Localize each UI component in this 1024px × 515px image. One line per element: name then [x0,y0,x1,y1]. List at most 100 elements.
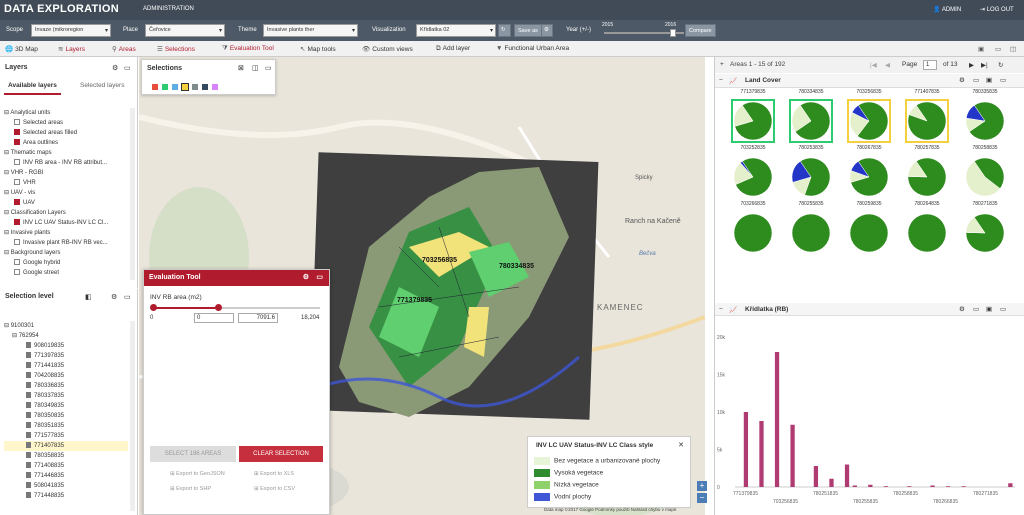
selection-item[interactable]: 780336835 [4,381,128,391]
selection-item[interactable]: 771441835 [4,361,128,371]
checkbox[interactable] [14,129,20,136]
tree-sub[interactable]: ⊟ 762954 [4,331,128,341]
chart-bar[interactable] [774,352,780,487]
layer-item[interactable]: Google street [4,268,132,278]
selection-scrollbar[interactable] [130,321,135,511]
range-handle-max[interactable] [215,304,222,311]
land-cover-pie[interactable]: 780267835 [845,145,893,201]
land-cover-pie[interactable]: 780258835 [961,145,1009,201]
page-input[interactable]: 1 [923,60,937,70]
layer-item[interactable]: UAV [4,198,132,208]
layer-item[interactable]: Invasive plant RB-INV RB vec... [4,238,132,248]
tree-root[interactable]: ⊟ 9100301 [4,321,128,331]
selection-item[interactable]: 771408835 [4,461,128,471]
chart-bar[interactable] [868,484,873,487]
chart-bar[interactable] [930,485,935,488]
select-areas-button[interactable]: SELECT 186 AREAS [150,446,236,462]
chart-bar[interactable] [1008,483,1013,487]
land-cover-pie[interactable]: 703266835 [729,201,777,257]
selection-item[interactable]: 780350835 [4,411,128,421]
tool-map-tools[interactable]: ↖ Map tools [300,45,336,53]
land-cover-pie[interactable]: 780259835 [845,201,893,257]
layer-scrollbar[interactable] [130,108,135,280]
window-icon[interactable]: ◫ [252,64,259,72]
refresh-icon[interactable]: ↻ [998,61,1003,69]
next-page-icon[interactable]: ▶ [969,61,974,69]
chart-bar[interactable] [883,486,889,487]
zoom-in-button[interactable]: + [697,481,707,491]
administration-link[interactable]: ADMINISTRATION [143,6,194,12]
camera-icon[interactable]: ▣ [986,305,992,313]
layer-item[interactable]: Selected areas filled [4,128,132,138]
land-cover-pie[interactable]: 771379835 [729,89,777,145]
selection-color-swatch[interactable] [152,84,158,90]
layer-group[interactable]: ⊟ Thematic maps [4,148,132,158]
tool-areas[interactable]: ⚲ Areas [112,45,136,53]
checkbox[interactable] [14,259,20,266]
tool-layers[interactable]: ≋ Layers [58,45,85,53]
checkbox[interactable] [14,179,20,186]
save-as-button[interactable]: Save as [514,24,542,37]
checkbox[interactable] [14,219,20,226]
layer-group[interactable]: ⊟ Background layers [4,248,132,258]
land-cover-pie[interactable]: 780334835 [787,89,835,145]
tool-functional-urban-area[interactable]: ▼ Functional Urban Area [496,45,569,52]
layer-group[interactable]: ⊟ VHR - RGBI [4,168,132,178]
land-cover-pie[interactable]: 780257835 [903,145,951,201]
expand-icon[interactable]: − [719,77,723,84]
compare-button[interactable]: Compare [685,24,716,37]
expand-icon[interactable]: − [719,306,723,313]
export-geojson[interactable]: ⊞ Export to GeoJSON [170,471,225,477]
minimize-icon[interactable]: ▭ [265,64,272,72]
window-button[interactable]: ▭ [995,45,1003,53]
zoom-out-button[interactable]: − [697,493,707,503]
selection-item[interactable]: 771577835 [4,431,128,441]
layer-item[interactable]: VHR [4,178,132,188]
selection-item[interactable]: 771446835 [4,471,128,481]
selection-color-swatch[interactable] [212,84,218,90]
selection-color-swatch[interactable] [192,84,198,90]
selection-color-swatch[interactable] [202,84,208,90]
checkbox[interactable] [14,119,20,126]
layer-group[interactable]: ⊟ Analytical units [4,108,132,118]
land-cover-pie[interactable]: 780271835 [961,201,1009,257]
user-menu[interactable]: 👤 ADMIN [933,6,961,13]
land-cover-pie[interactable]: 780253835 [787,145,835,201]
export-shp[interactable]: ⊞ Export to SHP [170,486,211,492]
checkbox[interactable] [14,239,20,246]
split-button[interactable]: ◫ [1010,45,1018,53]
selection-item[interactable]: 780349835 [4,401,128,411]
layer-item[interactable]: Google hybrid [4,258,132,268]
camera-icon[interactable]: ▣ [986,76,992,84]
layer-item[interactable]: INV RB area - INV RB attribut... [4,158,132,168]
selection-item[interactable]: 508041835 [4,481,128,491]
prev-page-icon[interactable]: ◀ [885,61,890,69]
selection-item[interactable]: 771407835 [4,441,128,451]
layers-settings-icon[interactable]: ⚙ [112,64,118,72]
scope-select[interactable]: Invaze (mikroregion [31,24,111,37]
place-select[interactable]: Čeřovice [145,24,225,37]
checkbox[interactable] [14,199,20,206]
first-page-icon[interactable]: |◀ [870,61,877,69]
selection-item[interactable]: 771448835 [4,491,128,501]
chart-bar[interactable] [813,466,819,487]
selection-color-swatch[interactable] [172,84,178,90]
layer-item[interactable]: INV LC UAV Status-INV LC Cl... [4,218,132,228]
layer-group[interactable]: ⊟ Classification Layers [4,208,132,218]
minimize-icon[interactable]: ▭ [316,273,323,281]
selection-item[interactable]: 780358835 [4,451,128,461]
land-cover-pie[interactable]: 703256835 [845,89,893,145]
layer-group[interactable]: ⊟ Invasive plants [4,228,132,238]
land-cover-pie[interactable]: 703252835 [729,145,777,201]
tab-available-layers[interactable]: Available layers [4,78,61,95]
range-handle-min[interactable] [150,304,157,311]
chart-bar[interactable] [946,486,951,487]
selection-item[interactable]: 771397835 [4,351,128,361]
tool-evaluation[interactable]: ⧩ Evaluation Tool [222,45,274,53]
layer-item[interactable]: Area outlines [4,138,132,148]
chart-bar[interactable] [759,421,764,487]
visualization-select[interactable]: Křídlatka 02 [416,24,496,37]
last-page-icon[interactable]: ▶| [981,61,988,69]
selection-item[interactable]: 908019835 [4,341,128,351]
checkbox[interactable] [14,159,20,166]
